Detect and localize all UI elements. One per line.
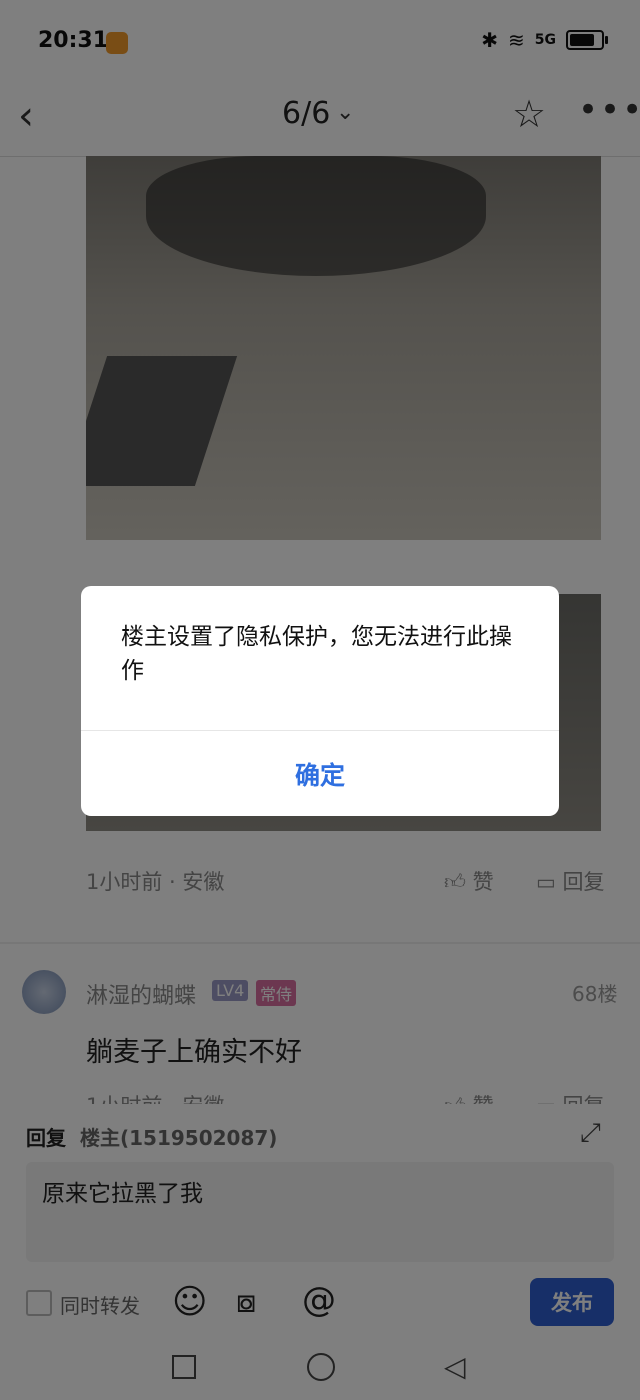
confirm-button[interactable]: 确定 [81,731,559,816]
dialog-message: 楼主设置了隐私保护，您无法进行此操作 [121,624,512,684]
alert-dialog: 楼主设置了隐私保护，您无法进行此操作 确定 [81,586,559,816]
